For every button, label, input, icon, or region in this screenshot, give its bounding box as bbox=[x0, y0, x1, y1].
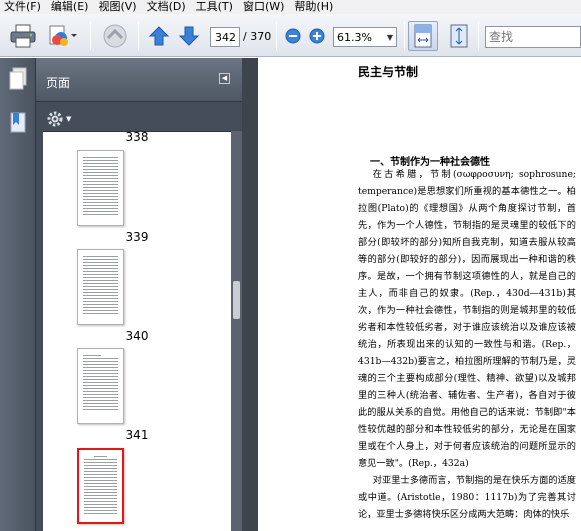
toolbar: / 370 61.3% ▼ bbox=[0, 14, 581, 57]
collaborate-button[interactable] bbox=[46, 22, 80, 50]
toolbar-separator bbox=[276, 22, 277, 50]
panel-title: 页面 bbox=[46, 76, 71, 90]
thumbnail-list: 338 339 340 341 bbox=[43, 131, 231, 531]
page-thumbnail-selected[interactable] bbox=[77, 448, 124, 524]
page-thumbnail[interactable] bbox=[77, 150, 124, 226]
menu-help[interactable]: 帮助(H) bbox=[290, 0, 339, 14]
bookmarks-tab[interactable] bbox=[4, 108, 32, 138]
print-button[interactable] bbox=[8, 22, 38, 50]
zoom-select[interactable]: 61.3% ▼ bbox=[333, 27, 397, 47]
fit-page-icon bbox=[450, 24, 468, 48]
bookmark-icon bbox=[10, 112, 26, 133]
thumbnail-scrollbar[interactable] bbox=[231, 131, 242, 531]
chevron-down-icon: ▼ bbox=[386, 32, 394, 42]
arrow-up-icon bbox=[148, 26, 170, 46]
zoom-in-icon bbox=[309, 28, 325, 44]
fit-page-button[interactable] bbox=[444, 22, 474, 50]
thumbnail-label: 338 bbox=[125, 131, 149, 144]
page-title: 民主与节制 bbox=[358, 65, 419, 79]
panel-splitter[interactable] bbox=[242, 58, 258, 531]
toolbar-separator bbox=[404, 22, 405, 50]
chevron-down-icon: ▼ bbox=[66, 115, 72, 123]
zoom-value: 61.3% bbox=[337, 30, 372, 44]
menu-view[interactable]: 视图(V) bbox=[94, 0, 142, 14]
navigation-strip bbox=[0, 58, 36, 531]
toolbar-separator bbox=[138, 22, 139, 50]
page-thumbnail[interactable] bbox=[77, 249, 124, 325]
fit-width-icon bbox=[414, 24, 432, 48]
scrollbar-thumb[interactable] bbox=[233, 281, 240, 319]
menu-file[interactable]: 文件(F) bbox=[0, 0, 47, 14]
pages-panel: 页面 ◀ ▼ 338 339 340 341 bbox=[36, 58, 242, 531]
fit-width-button[interactable] bbox=[408, 21, 438, 51]
search-input[interactable] bbox=[485, 26, 581, 48]
next-page-button[interactable] bbox=[177, 22, 201, 50]
zoom-out-icon bbox=[285, 28, 301, 44]
gear-icon bbox=[47, 111, 63, 127]
paragraph: 对亚里士多德而言，节制指的是在快乐方面的适度或中道。(Aristotle，198… bbox=[358, 475, 576, 520]
toolbar-separator bbox=[478, 22, 479, 50]
page-total: / 370 bbox=[243, 30, 272, 43]
page-thumbnail[interactable] bbox=[77, 348, 124, 424]
menu-document[interactable]: 文档(D) bbox=[143, 0, 192, 14]
menu-bar: 文件(F) 编辑(E) 视图(V) 文档(D) 工具(T) 窗口(W) 帮助(H… bbox=[0, 0, 581, 14]
document-view: 民主与节制 一、节制作为一种社会德性 在古希腊，节制(σωφροσυνη; so… bbox=[258, 58, 581, 531]
body-text: 在古希腊，节制(σωφροσυνη; sophrosune; temperanc… bbox=[358, 166, 576, 523]
menu-edit[interactable]: 编辑(E) bbox=[47, 0, 95, 14]
pages-tab[interactable] bbox=[4, 64, 32, 94]
zoom-out-button[interactable] bbox=[284, 22, 302, 50]
menu-window[interactable]: 窗口(W) bbox=[239, 0, 290, 14]
paragraph: 在古希腊，节制(σωφροσυνη; sophrosune; temperanc… bbox=[358, 169, 576, 469]
thumbnail-label: 339 bbox=[125, 230, 149, 244]
chevron-left-icon: ◀ bbox=[221, 74, 228, 82]
zoom-in-button[interactable] bbox=[308, 22, 326, 50]
thumbnail-label: 340 bbox=[125, 329, 149, 343]
page-number-input[interactable] bbox=[210, 27, 240, 47]
pages-icon bbox=[9, 67, 27, 90]
collaborate-icon bbox=[49, 25, 77, 46]
thumbnail-label: 341 bbox=[125, 428, 149, 442]
previous-page-button[interactable] bbox=[147, 22, 171, 50]
collapse-panel-button[interactable]: ◀ bbox=[219, 73, 230, 84]
share-button[interactable] bbox=[99, 22, 131, 50]
panel-header: 页面 ◀ bbox=[36, 58, 242, 102]
options-button[interactable]: ▼ bbox=[46, 110, 71, 128]
arrow-down-icon bbox=[178, 26, 200, 46]
menu-tools[interactable]: 工具(T) bbox=[192, 0, 239, 14]
toolbar-separator bbox=[90, 22, 91, 50]
printer-icon bbox=[10, 24, 36, 48]
share-icon bbox=[103, 24, 127, 48]
